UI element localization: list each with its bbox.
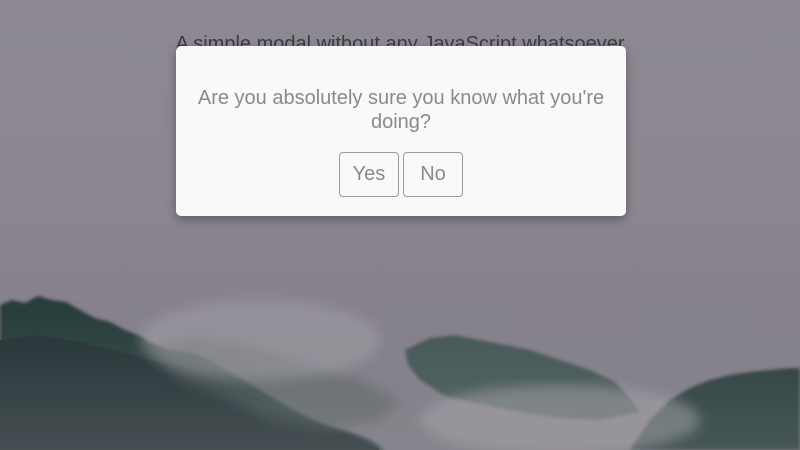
modal-question: Are you absolutely sure you know what yo… <box>197 87 605 133</box>
yes-button[interactable]: Yes <box>339 152 399 197</box>
modal-button-group: Yes No <box>176 152 626 197</box>
no-button[interactable]: No <box>403 152 463 197</box>
confirmation-modal: Are you absolutely sure you know what yo… <box>176 46 626 216</box>
